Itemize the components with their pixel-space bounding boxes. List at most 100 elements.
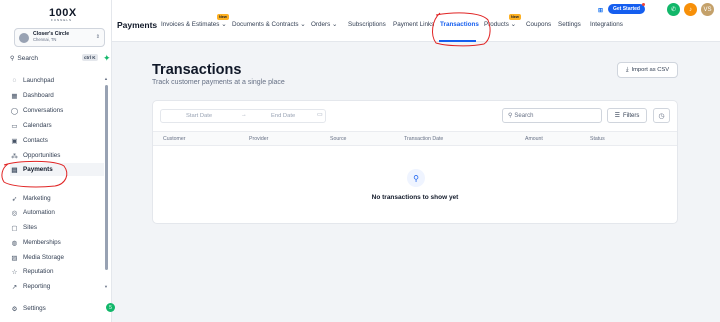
contact-icon: ▣ [11, 137, 18, 145]
scroll-up-arrow[interactable]: ▲ [104, 76, 108, 81]
page-subtitle: Track customer payments at a single plac… [152, 79, 285, 86]
account-location: Chennai, TN [33, 37, 57, 43]
download-icon: ⤓ [625, 66, 629, 73]
sidebar-item-contacts[interactable]: ▣ Contacts [10, 134, 104, 147]
search-icon: ⚲ [10, 56, 15, 62]
sidebar-item-label: Calendars [23, 122, 52, 129]
sidebar-item-reputation[interactable]: ☆ Reputation [10, 265, 104, 278]
tab-coupons[interactable]: Coupons [526, 21, 551, 28]
column-header-amount[interactable]: Amount [525, 136, 543, 142]
column-header-status[interactable]: Status [590, 136, 605, 142]
sidebar-item-label: Conversations [23, 107, 64, 114]
new-badge: New [217, 14, 229, 20]
phone-icon[interactable]: ✆ [667, 3, 680, 16]
rocket-icon: ◌ [12, 77, 17, 84]
empty-state-search-icon: ⚲ [407, 169, 425, 187]
send-icon: ➶ [11, 195, 18, 203]
page-title: Transactions [152, 62, 242, 78]
account-avatar [19, 32, 29, 43]
sidebar-item-marketing[interactable]: ➶ Marketing [10, 192, 104, 205]
calendar-icon[interactable]: ▭ [317, 112, 322, 118]
filters-label: Filters [623, 112, 640, 119]
column-header-transaction-date[interactable]: Transaction Date [404, 136, 443, 142]
sidebar-item-label: Opportunities [23, 152, 61, 159]
sidebar-scrollbar[interactable] [105, 85, 108, 270]
account-switcher[interactable]: Closer's Circle Chennai, TN ⇕ [14, 28, 105, 47]
import-csv-label: Import as CSV [631, 67, 670, 73]
user-avatar[interactable]: VS [701, 3, 714, 16]
chart-icon: ↗ [11, 283, 18, 291]
sidebar-item-calendars[interactable]: ▭ Calendars [10, 119, 104, 132]
get-started-button[interactable]: Get Started [608, 4, 645, 14]
image-icon: ▨ [11, 254, 18, 262]
column-header-source[interactable]: Source [330, 136, 346, 142]
tab-invoices-estimates[interactable]: Invoices & Estimates ⌄ [161, 21, 226, 28]
active-tab-indicator [439, 40, 476, 42]
date-range-picker[interactable]: Start Date → End Date ▭ [160, 109, 326, 123]
quick-add-icon[interactable]: ✦ [103, 53, 111, 63]
sidebar-item-label: Media Storage [23, 254, 64, 261]
import-csv-button[interactable]: ⤓ Import as CSV [617, 62, 678, 78]
scroll-down-arrow[interactable]: ▼ [104, 284, 108, 289]
sidebar-item-reporting[interactable]: ↗ Reporting [10, 280, 104, 293]
sidebar-item-media-storage[interactable]: ▨ Media Storage [10, 251, 104, 264]
sidebar-item-label: Payments [23, 166, 53, 173]
sidebar-item-automation[interactable]: ◎ Automation [10, 206, 104, 219]
sidebar-item-label: Dashboard [23, 92, 54, 99]
sidebar-item-label: Sites [23, 224, 37, 231]
sidebar-item-sites[interactable]: ▢ Sites [10, 221, 104, 234]
sidebar-item-label: Contacts [23, 137, 48, 144]
sidebar-item-settings[interactable]: ⚙ Settings [10, 302, 104, 315]
table-header: Customer Provider Source Transaction Dat… [153, 131, 677, 146]
gear-icon: ⚙ [11, 305, 18, 313]
star-icon: ☆ [11, 268, 18, 276]
tab-subscriptions[interactable]: Subscriptions [348, 21, 386, 28]
column-header-provider[interactable]: Provider [249, 136, 268, 142]
sidebar-item-memberships[interactable]: ◍ Memberships [10, 236, 104, 249]
sidebar-item-label: Reputation [23, 268, 54, 275]
notification-dot [642, 3, 645, 6]
empty-state-message: No transactions to show yet [371, 194, 459, 201]
tab-orders[interactable]: Orders ⌄ [311, 21, 337, 28]
chevron-updown-icon: ⇕ [95, 34, 100, 40]
globe-icon: ▢ [11, 224, 18, 232]
column-header-customer[interactable]: Customer [163, 136, 186, 142]
brand-logo-subtext: FUNNELS [51, 18, 73, 22]
filter-icon: ☰ [614, 113, 621, 119]
tab-settings[interactable]: Settings [558, 21, 581, 28]
bell-icon[interactable]: ♪ [684, 3, 697, 16]
sidebar-item-launchpad[interactable]: ◌ Launchpad [10, 74, 104, 87]
sidebar-item-payments[interactable]: ▤ Payments [10, 163, 104, 176]
sidebar-item-opportunities[interactable]: ⁂ Opportunities [10, 149, 104, 162]
tab-products[interactable]: Products ⌄ [484, 21, 516, 28]
end-date-field[interactable]: End Date [271, 113, 295, 119]
search-input[interactable]: ⚲ Search [502, 108, 602, 123]
tab-documents-contracts[interactable]: Documents & Contracts ⌄ [232, 21, 306, 28]
sidebar: 100X FUNNELS Closer's Circle Chennai, TN… [0, 0, 115, 322]
launchpad-icon[interactable]: ⊞ [598, 7, 603, 14]
tab-integrations[interactable]: Integrations [590, 21, 623, 28]
sidebar-item-conversations[interactable]: ◯ Conversations [10, 104, 104, 117]
start-date-field[interactable]: Start Date [186, 113, 212, 119]
settings-notification-badge: 5 [106, 303, 115, 312]
page-section-title: Payments [117, 20, 158, 30]
automation-icon: ◎ [11, 209, 18, 217]
new-badge: New [509, 14, 521, 20]
search-shortcut-badge: ctrl K [82, 54, 98, 61]
sidebar-item-dashboard[interactable]: ▦ Dashboard [10, 89, 104, 102]
clock-icon: ◷ [658, 112, 665, 120]
sidebar-item-label: Marketing [23, 195, 51, 202]
transactions-card: Start Date → End Date ▭ ⚲ Search ☰ Filte… [152, 100, 678, 224]
sidebar-search[interactable]: ⚲ Search ctrl K ✦ [10, 53, 111, 64]
sidebar-item-label: Settings [23, 305, 46, 312]
history-button[interactable]: ◷ [653, 108, 670, 123]
tab-transactions[interactable]: Transactions [440, 21, 479, 28]
filters-button[interactable]: ☰ Filters [607, 108, 647, 123]
sidebar-item-label: Launchpad [23, 77, 55, 84]
receipt-icon: ▤ [11, 166, 18, 174]
tab-payment-links[interactable]: Payment Links [393, 21, 434, 28]
sidebar-item-label: Reporting [23, 283, 51, 290]
funnel-icon: ⁂ [11, 152, 18, 160]
search-placeholder: Search [514, 112, 534, 119]
chat-icon: ◯ [10, 107, 19, 115]
